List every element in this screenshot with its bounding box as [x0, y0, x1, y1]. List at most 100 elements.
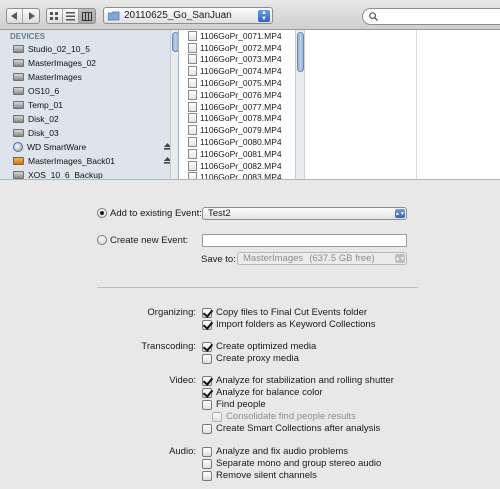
icon-view-button[interactable]: [47, 9, 63, 23]
file-item[interactable]: 1106GoPr_0074.MP4: [188, 65, 302, 77]
video-file-icon: [188, 78, 197, 89]
file-column-scrollbar[interactable]: [295, 30, 304, 179]
sidebar-item-label: WD SmartWare: [27, 142, 87, 152]
file-name: 1106GoPr_0079.MP4: [200, 125, 282, 136]
file-name: 1106GoPr_0074.MP4: [200, 66, 282, 77]
separate-mono-checkbox[interactable]: [202, 458, 212, 469]
file-item[interactable]: 1106GoPr_0083.MP4: [188, 172, 302, 179]
sidebar-item-label: MasterImages_Back01: [28, 156, 115, 166]
smart-collections-option[interactable]: Create Smart Collections after analysis: [202, 423, 380, 434]
find-people-option[interactable]: Find people: [202, 399, 266, 410]
sidebar-item-label: Disk_03: [28, 128, 59, 138]
copy-files-option[interactable]: Copy files to Final Cut Events folder: [202, 307, 367, 318]
toolbar: 20110625_Go_SanJuan ▲ ▼: [0, 0, 500, 30]
file-name: 1106GoPr_0082.MP4: [200, 160, 282, 171]
video-file-icon: [188, 125, 197, 136]
file-item[interactable]: 1106GoPr_0072.MP4: [188, 42, 302, 54]
file-scroll-thumb[interactable]: [297, 32, 304, 72]
video-file-icon: [188, 89, 197, 100]
file-name: 1106GoPr_0072.MP4: [200, 42, 282, 53]
sidebar-scroll-thumb[interactable]: [172, 32, 178, 52]
path-label: 20110625_Go_SanJuan: [124, 10, 232, 21]
column-view-icon: [82, 11, 92, 21]
optimized-media-option[interactable]: Create optimized media: [202, 341, 316, 352]
separate-mono-label: Separate mono and group stereo audio: [216, 458, 382, 469]
file-item[interactable]: 1106GoPr_0075.MP4: [188, 77, 302, 89]
back-arrow-icon: [11, 12, 17, 20]
sidebar-item[interactable]: WD SmartWare: [0, 140, 178, 154]
fix-audio-option[interactable]: Analyze and fix audio problems: [202, 446, 348, 457]
remove-silent-checkbox[interactable]: [202, 470, 212, 481]
optimized-media-checkbox[interactable]: [202, 341, 212, 352]
import-folders-checkbox[interactable]: [202, 319, 212, 330]
separate-mono-option[interactable]: Separate mono and group stereo audio: [202, 458, 381, 469]
sidebar-scrollbar[interactable]: [170, 30, 178, 179]
find-people-checkbox[interactable]: [202, 399, 212, 410]
save-to-free-space: (637.5 GB free): [309, 253, 375, 264]
sidebar: DEVICES Studio_02_10_5 MasterImages_02 Mas…: [0, 30, 179, 179]
stabilization-option[interactable]: Analyze for stabilization and rolling sh…: [202, 375, 394, 386]
file-item[interactable]: 1106GoPr_0079.MP4: [188, 124, 302, 136]
add-existing-event-label: Add to existing Event:: [110, 208, 202, 219]
sidebar-item[interactable]: MasterImages_02: [0, 56, 178, 70]
video-label: Video:: [169, 375, 196, 386]
list-view-button[interactable]: [63, 9, 79, 23]
balance-color-label: Analyze for balance color: [216, 387, 323, 398]
sidebar-item[interactable]: Disk_02: [0, 112, 178, 126]
column-view-button[interactable]: [79, 9, 95, 23]
sidebar-item-label: OS10_6: [28, 86, 60, 96]
sidebar-item[interactable]: MasterImages: [0, 70, 178, 84]
proxy-media-checkbox[interactable]: [202, 353, 212, 364]
sidebar-item[interactable]: OS10_6: [0, 84, 178, 98]
back-button[interactable]: [7, 9, 23, 23]
sidebar-item[interactable]: Disk_03: [0, 126, 178, 140]
consolidate-people-checkbox[interactable]: [212, 411, 222, 422]
sidebar-section-devices: DEVICES: [10, 32, 46, 41]
file-item[interactable]: 1106GoPr_0076.MP4: [188, 89, 302, 101]
sidebar-item[interactable]: XOS_10_6_Backup: [0, 168, 178, 179]
stabilization-checkbox[interactable]: [202, 375, 212, 386]
video-file-icon: [188, 113, 197, 124]
new-event-name-field[interactable]: [202, 234, 407, 247]
balance-color-option[interactable]: Analyze for balance color: [202, 387, 323, 398]
fix-audio-checkbox[interactable]: [202, 446, 212, 457]
transcoding-label: Transcoding:: [141, 341, 196, 352]
path-popup[interactable]: 20110625_Go_SanJuan ▲ ▼: [103, 7, 273, 24]
column-divider-2: [416, 30, 417, 179]
file-name: 1106GoPr_0081.MP4: [200, 148, 282, 159]
video-file-icon: [188, 101, 197, 112]
forward-button[interactable]: [23, 9, 39, 23]
create-new-event-radio[interactable]: [97, 235, 107, 245]
save-to-popup[interactable]: MasterImages (637.5 GB free) ▲▼: [237, 252, 407, 265]
balance-color-checkbox[interactable]: [202, 387, 212, 398]
file-item[interactable]: 1106GoPr_0071.MP4: [188, 30, 302, 42]
file-item[interactable]: 1106GoPr_0078.MP4: [188, 113, 302, 125]
video-file-icon: [188, 66, 197, 77]
file-item[interactable]: 1106GoPr_0073.MP4: [188, 54, 302, 66]
remove-silent-option[interactable]: Remove silent channels: [202, 470, 317, 481]
sidebar-item-label: Studio_02_10_5: [28, 44, 90, 54]
file-item[interactable]: 1106GoPr_0080.MP4: [188, 136, 302, 148]
file-item[interactable]: 1106GoPr_0082.MP4: [188, 160, 302, 172]
file-item[interactable]: 1106GoPr_0081.MP4: [188, 148, 302, 160]
optimized-media-label: Create optimized media: [216, 341, 317, 352]
search-field[interactable]: [362, 8, 500, 25]
file-name: 1106GoPr_0075.MP4: [200, 78, 282, 89]
sidebar-item[interactable]: Studio_02_10_5: [0, 42, 178, 56]
import-folders-option[interactable]: Import folders as Keyword Collections: [202, 319, 375, 330]
hard-drive-icon: [13, 171, 24, 179]
proxy-media-option[interactable]: Create proxy media: [202, 353, 299, 364]
sidebar-list: Studio_02_10_5 MasterImages_02 MasterImage…: [0, 42, 178, 179]
copy-files-checkbox[interactable]: [202, 307, 212, 318]
smart-collections-checkbox[interactable]: [202, 423, 212, 434]
sidebar-item[interactable]: Temp_01: [0, 98, 178, 112]
file-item[interactable]: 1106GoPr_0077.MP4: [188, 101, 302, 113]
video-file-icon: [188, 42, 197, 53]
list-view-icon: [66, 11, 75, 20]
existing-event-popup[interactable]: Test2 ▲▼: [202, 207, 407, 220]
hard-drive-icon: [13, 101, 24, 109]
audio-label: Audio:: [169, 446, 196, 457]
consolidate-people-option[interactable]: Consolidate find people results: [212, 411, 356, 422]
add-existing-event-radio[interactable]: [97, 208, 107, 218]
sidebar-item[interactable]: MasterImages_Back01: [0, 154, 178, 168]
